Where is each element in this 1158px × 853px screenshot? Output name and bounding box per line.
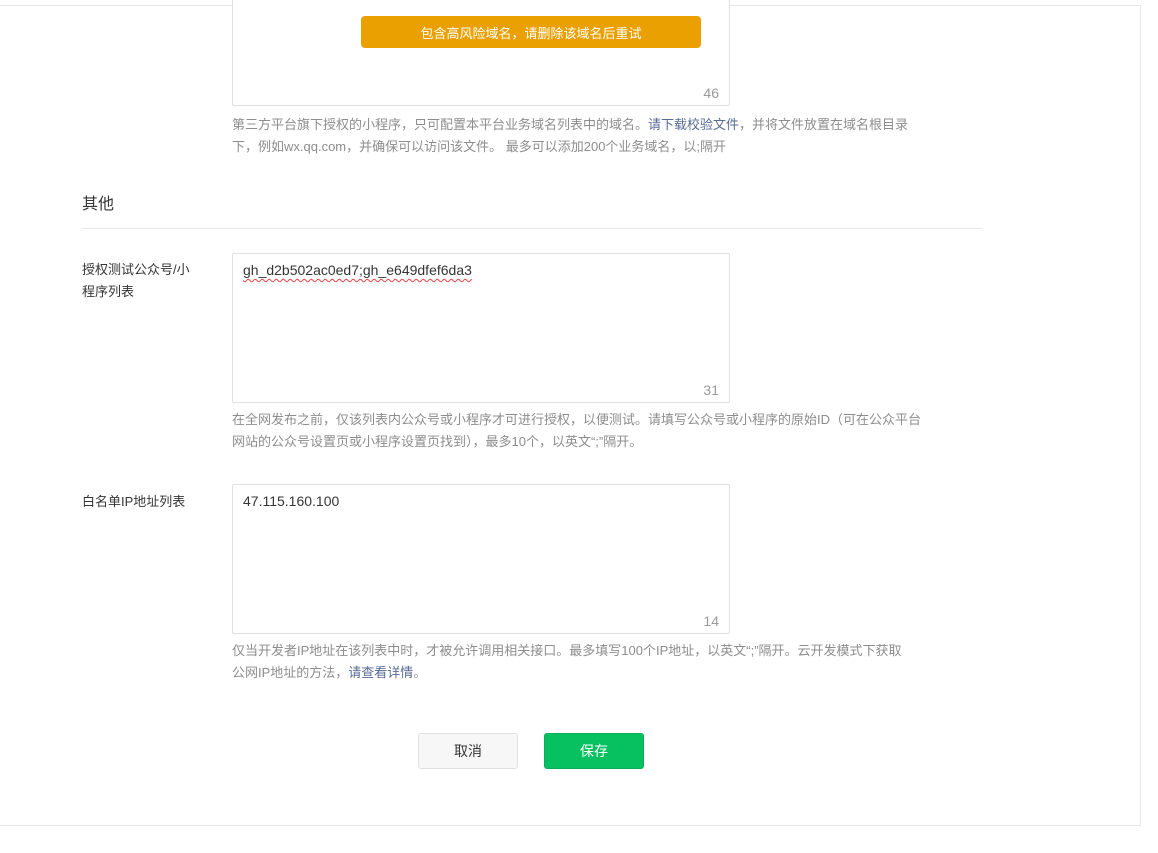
panel-right-border bbox=[1140, 5, 1141, 826]
test-accounts-label-line2: 程序列表 bbox=[82, 284, 135, 299]
cancel-button[interactable]: 取消 bbox=[418, 733, 518, 769]
section-title-other: 其他 bbox=[82, 196, 115, 213]
test-accounts-label: 授权测试公众号/小 程序列表 bbox=[82, 259, 212, 303]
test-accounts-counter: 31 bbox=[703, 382, 719, 398]
test-accounts-tip-line1: 在全网发布之前，仅该列表内公众号或小程序才可进行授权，以便测试。请填写公众号或小… bbox=[232, 412, 922, 427]
ip-whitelist-value: 47.115.160.100 bbox=[243, 493, 340, 509]
ip-whitelist-tip-text-end: 。 bbox=[413, 665, 427, 680]
ip-whitelist-counter: 14 bbox=[703, 613, 719, 629]
ip-whitelist-tip-line1: 仅当开发者IP地址在该列表中时，才被允许调用相关接口。最多填写100个IP地址，… bbox=[232, 643, 902, 658]
ip-whitelist-tip: 仅当开发者IP地址在该列表中时，才被允许调用相关接口。最多填写100个IP地址，… bbox=[232, 640, 982, 684]
save-button[interactable]: 保存 bbox=[544, 733, 644, 769]
business-domain-tip: 第三方平台旗下授权的小程序，只可配置本平台业务域名列表中的域名。请下载校验文件，… bbox=[232, 114, 982, 158]
business-domain-tip-text-2: ，并将文件放置在域名根目录 bbox=[739, 117, 909, 132]
business-domain-tip-line2: 下，例如wx.qq.com，并确保可以访问该文件。 最多可以添加200个业务域名… bbox=[232, 139, 727, 154]
business-domain-counter: 46 bbox=[703, 85, 719, 101]
business-domain-textarea[interactable]: 包含高风险域名，请删除该域名后重试 46 bbox=[232, 0, 730, 106]
test-accounts-value: gh_d2b502ac0ed7;gh_e649dfef6da3 bbox=[243, 262, 472, 278]
test-accounts-tip-line2: 网站的公众号设置页或小程序设置页找到），最多10个，以英文“;”隔开。 bbox=[232, 434, 643, 449]
ip-whitelist-label: 白名单IP地址列表 bbox=[82, 494, 186, 509]
view-details-link[interactable]: 请查看详情 bbox=[348, 665, 413, 680]
ip-whitelist-tip-text: 公网IP地址的方法， bbox=[232, 665, 349, 680]
test-accounts-textarea[interactable]: gh_d2b502ac0ed7;gh_e649dfef6da3 31 bbox=[232, 253, 730, 403]
download-verification-file-link[interactable]: 请下载校验文件 bbox=[648, 117, 739, 132]
test-accounts-tip: 在全网发布之前，仅该列表内公众号或小程序才可进行授权，以便测试。请填写公众号或小… bbox=[232, 409, 982, 453]
panel-bottom-border bbox=[0, 825, 1141, 826]
business-domain-tip-text: 第三方平台旗下授权的小程序，只可配置本平台业务域名列表中的域名。 bbox=[232, 117, 649, 132]
test-accounts-label-line1: 授权测试公众号/小 bbox=[82, 262, 190, 277]
ip-whitelist-textarea[interactable]: 47.115.160.100 14 bbox=[232, 484, 730, 634]
section-divider bbox=[82, 228, 982, 229]
high-risk-domain-warning-button[interactable]: 包含高风险域名，请删除该域名后重试 bbox=[361, 16, 701, 48]
